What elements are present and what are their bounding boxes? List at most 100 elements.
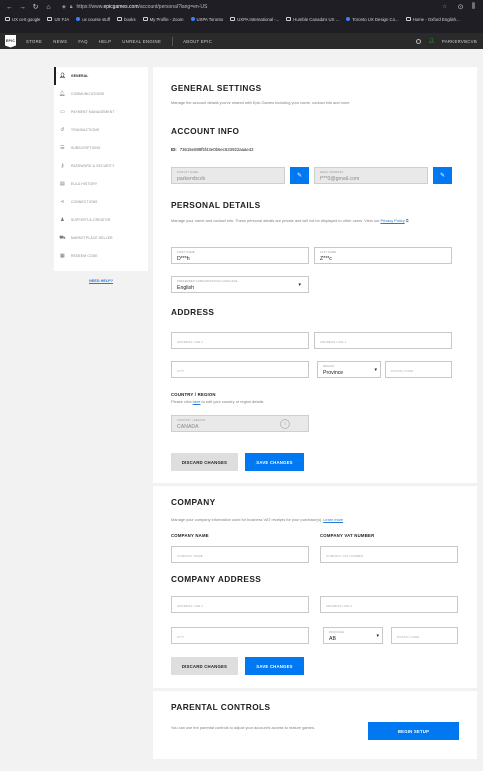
company-discard-changes-button[interactable]: DISCARD CHANGES	[171, 657, 238, 675]
learn-more-link[interactable]: Learn more	[323, 517, 343, 522]
page-title: GENERAL SETTINGS	[171, 83, 262, 93]
caret-down-icon: ▾	[298, 282, 301, 288]
seller-icon: ⛟	[59, 234, 66, 241]
sidebar-item-password-security[interactable]: ⚷ PASSWORD & SECURITY	[54, 157, 148, 175]
begin-setup-button[interactable]: BEGIN SETUP	[368, 722, 459, 740]
sidebar-item-general[interactable]: 👤︎ GENERAL	[54, 67, 148, 85]
postal-code-input[interactable]: POSTAL CODE	[385, 361, 452, 378]
bookmark-label: Humble Canada's UX ...	[293, 16, 340, 22]
nav-help[interactable]: HELP	[99, 39, 111, 44]
reload-icon[interactable]: ↻	[32, 3, 39, 11]
url-bar[interactable]: ◈ 🔒︎ https://www.epicgames.com/account/p…	[58, 2, 451, 12]
general-description: Manage the account details you've shared…	[171, 100, 350, 105]
personal-description: Manage your name and contact info. These…	[171, 218, 409, 223]
epic-header: EPIC STORE NEWS FAQ HELP UNREAL ENGINE A…	[0, 33, 483, 49]
sidebar-item-transactions[interactable]: ↺ TRANSACTIONS	[54, 121, 148, 139]
key-icon: ⚷	[60, 163, 65, 169]
back-icon[interactable]: ←	[6, 4, 13, 11]
parental-controls-heading: PARENTAL CONTROLS	[171, 702, 271, 712]
sidebar-item-payment-management[interactable]: ▭ PAYMENT MANAGEMENT	[54, 103, 148, 121]
epic-logo[interactable]: EPIC	[5, 34, 16, 48]
company-description: Manage your company information used for…	[171, 517, 344, 522]
info-icon[interactable]: i	[280, 419, 290, 429]
edit-display-name-button[interactable]: ✎	[290, 167, 309, 184]
need-help-link[interactable]: NEED HELP?	[54, 279, 148, 283]
language-select[interactable]: PREFERRED COMMUNICATION LANGUAGE English …	[171, 276, 309, 293]
sidebar-item-marketplace-seller[interactable]: ⛟ MARKETPLACE SELLER	[54, 229, 148, 247]
edit-email-button[interactable]: ✎	[433, 167, 452, 184]
sidebar-item-label: PASSWORD & SECURITY	[71, 164, 115, 168]
company-address-line-2-input[interactable]: ADDRESS LINE 2	[320, 596, 458, 613]
bookmark-item[interactable]: UXPA Toronto	[190, 16, 224, 22]
forward-icon[interactable]: →	[19, 4, 26, 11]
company-panel: COMPANY Manage your company information …	[153, 486, 477, 688]
nav-unreal-engine[interactable]: UNREAL ENGINE	[122, 39, 161, 44]
nav-about-epic[interactable]: ABOUT EPIC	[183, 39, 212, 44]
bookmark-label: UXPA International -...	[237, 16, 280, 22]
bookmark-item[interactable]: books	[117, 17, 136, 22]
bookmark-label: UXPA Toronto	[196, 16, 224, 22]
folder-icon	[117, 17, 123, 21]
general-settings-panel: GENERAL SETTINGS Manage the account deta…	[153, 67, 477, 483]
bookmark-item[interactable]: UX cert google	[5, 17, 40, 22]
company-name-input[interactable]: COMPANY NAME	[171, 546, 309, 563]
bookmark-label: UX cert google	[12, 16, 41, 22]
sidebar-item-subscriptions[interactable]: ☰ SUBSCRIPTIONS	[54, 139, 148, 157]
folder-icon	[5, 17, 10, 21]
bookmark-item[interactable]: ux course stuff	[76, 17, 110, 22]
sidebar-item-label: SUBSCRIPTIONS	[71, 146, 101, 150]
pencil-icon: ✎	[296, 173, 303, 179]
sidebar-item-label: MARKETPLACE SELLER	[71, 236, 113, 240]
bookmark-item[interactable]: UXPA International -...	[230, 17, 279, 22]
company-address-line-1-input[interactable]: ADDRESS LINE 1	[171, 596, 309, 613]
company-city-input[interactable]: CITY	[171, 627, 309, 644]
last-name-field[interactable]: LAST NAME Z***c	[314, 247, 452, 264]
save-changes-button[interactable]: SAVE CHANGES	[245, 453, 304, 471]
display-name-field: DISPLAY NAME parkervbcvb	[171, 167, 285, 184]
address-line-2-input[interactable]: ADDRESS LINE 2	[314, 332, 452, 349]
country-edit-link[interactable]: here	[193, 399, 201, 404]
bookmark-item[interactable]: Home - Oxford English...	[405, 17, 460, 22]
country-description: Please click here to edit your country o…	[171, 399, 265, 404]
browser-toolbar: ← → ↻ ⌂ ◈ 🔒︎ https://www.epicgames.com/a…	[0, 0, 483, 14]
list-icon: ☰	[60, 145, 65, 151]
bookmarks-bar: UX cert google UX FJA ux course stuff books…	[0, 14, 483, 24]
address-line-1-input[interactable]: ADDRESS LINE 1	[171, 332, 309, 349]
nav-news[interactable]: NEWS	[53, 39, 67, 44]
region-select[interactable]: REGION Province ▾	[317, 361, 381, 378]
site-favicon-icon	[76, 17, 81, 21]
sidebar-item-label: EULA HISTORY	[71, 182, 98, 186]
bookmark-star-icon[interactable]: ☆	[443, 4, 447, 10]
nav-faq[interactable]: FAQ	[78, 39, 88, 44]
sidebar-item-redeem-code[interactable]: ▦ REDEEM CODE	[54, 247, 148, 265]
discard-changes-button[interactable]: DISCARD CHANGES	[171, 453, 238, 471]
first-name-field[interactable]: FIRST NAME D***h	[171, 247, 309, 264]
sidebar-item-connections[interactable]: ⋖ CONNECTIONS	[54, 193, 148, 211]
library-icon[interactable]: ⫼	[470, 3, 477, 11]
sidebar-item-label: PAYMENT MANAGEMENT	[71, 110, 115, 114]
company-province-select[interactable]: PROVINCE AB ▾	[323, 627, 383, 644]
city-input[interactable]: CITY	[171, 361, 309, 378]
folder-icon	[142, 17, 148, 21]
username[interactable]: PARKERVBCVB	[442, 39, 477, 44]
account-sidebar: 👤︎ GENERAL 🔔︎ COMMUNICATIONS ▭ PAYMENT MANAGE…	[54, 67, 148, 271]
company-postal-code-input[interactable]: POSTAL CODE	[391, 627, 458, 644]
share-icon: ⋖	[60, 199, 65, 205]
globe-icon[interactable]	[416, 38, 422, 44]
lock-icon: 🔒︎	[69, 4, 73, 10]
sidebar-item-communications[interactable]: 🔔︎ COMMUNICATIONS	[54, 85, 148, 103]
bookmark-item[interactable]: My Profile - Zoom	[142, 17, 184, 22]
sidebar-item-support-a-creator[interactable]: ♟ SUPPORT-A-CREATOR	[54, 211, 148, 229]
company-save-changes-button[interactable]: SAVE CHANGES	[245, 657, 304, 675]
bookmark-item[interactable]: Humble Canada's UX ...	[286, 17, 339, 22]
home-icon[interactable]: ⌂	[45, 4, 52, 11]
bookmark-item[interactable]: UX FJA	[47, 17, 69, 22]
country-heading: COUNTRY / REGION	[171, 392, 216, 397]
company-heading: COMPANY	[171, 497, 216, 507]
nav-store[interactable]: STORE	[26, 39, 42, 44]
bookmark-item[interactable]: Toronto UX Design Co...	[346, 17, 399, 22]
privacy-policy-link[interactable]: Privacy Policy	[380, 218, 404, 223]
company-vat-input[interactable]: COMPANY VAT NUMBER	[320, 546, 458, 563]
sidebar-item-eula-history[interactable]: ▤ EULA HISTORY	[54, 175, 148, 193]
pocket-icon[interactable]: ⊙	[457, 3, 464, 11]
